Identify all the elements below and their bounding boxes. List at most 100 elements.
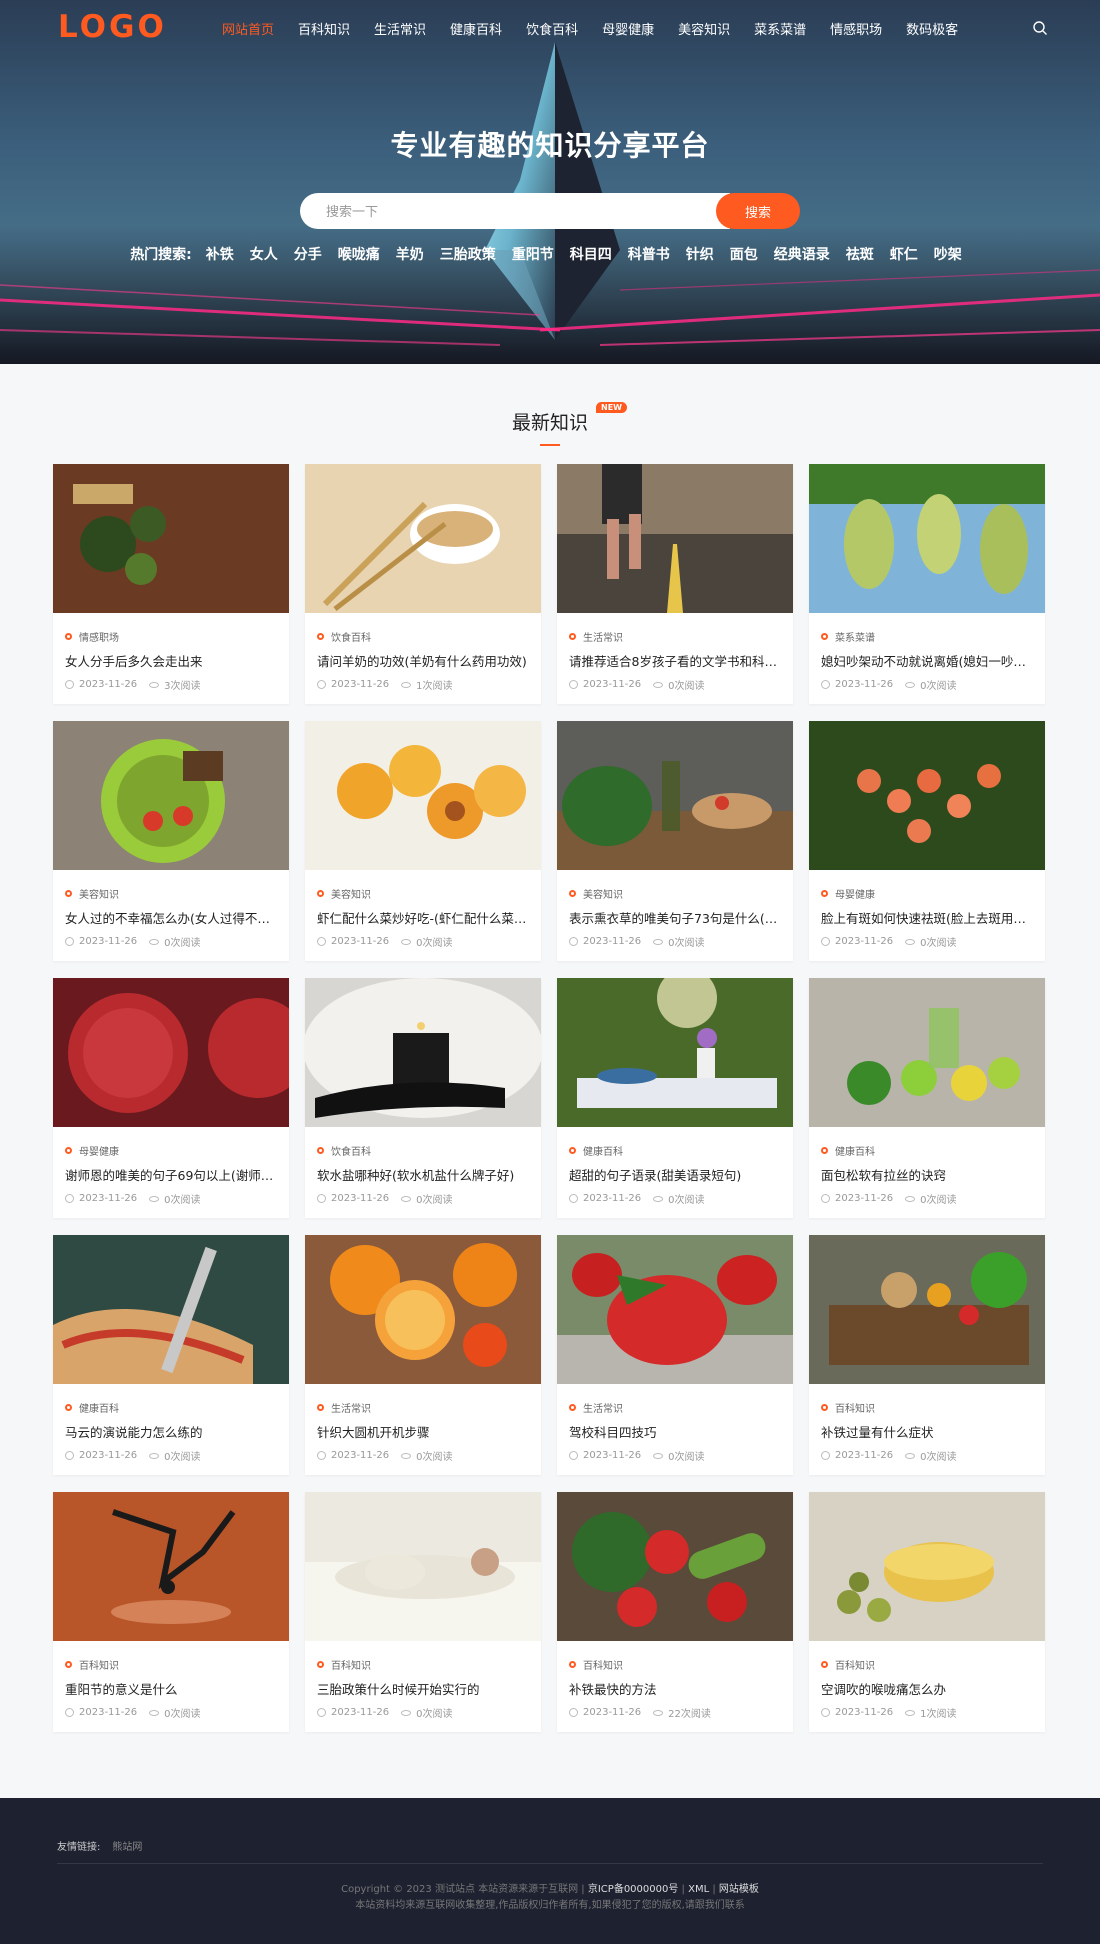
hot-search-item[interactable]: 女人 [250,244,278,264]
article-thumbnail[interactable] [557,1492,793,1641]
article-category[interactable]: 美容知识 [65,886,119,901]
article-title[interactable]: 表示熏衣草的唯美句子73句是什么(求薰衣草的句子) [569,908,781,927]
hot-search-item[interactable]: 羊奶 [396,244,424,264]
article-category[interactable]: 母婴健康 [821,886,875,901]
article-card[interactable]: 母婴健康脸上有斑如何快速祛斑(脸上去斑用什么最好) 2023-11-26 0次阅读 [809,721,1045,961]
article-title[interactable]: 超甜的句子语录(甜美语录短句) [569,1165,781,1184]
article-title[interactable]: 补铁最快的方法 [569,1679,781,1698]
article-category[interactable]: 母婴健康 [65,1143,119,1158]
hot-search-item[interactable]: 经典语录 [774,244,830,264]
hot-search-item[interactable]: 重阳节 [512,244,554,264]
article-title[interactable]: 请推荐适合8岁孩子看的文学书和科普书 [569,651,781,670]
article-thumbnail[interactable] [305,978,541,1127]
article-title[interactable]: 面包松软有拉丝的诀窍 [821,1165,1033,1184]
hot-search-item[interactable]: 针织 [686,244,714,264]
article-card[interactable]: 生活常识 驾校科目四技巧 2023-11-26 0次阅读 [557,1235,793,1475]
article-title[interactable]: 女人过的不幸福怎么办(女人过得不幸福的表现) [65,908,277,927]
article-title[interactable]: 软水盐哪种好(软水机盐什么牌子好) [317,1165,529,1184]
article-card[interactable]: 健康百科 马云的演说能力怎么练的 2023-11-26 0次阅读 [53,1235,289,1475]
article-thumbnail[interactable] [53,721,289,870]
article-category[interactable]: 菜系菜谱 [821,629,875,644]
article-card[interactable]: 美容知识表示熏衣草的唯美句子73句是什么(求薰衣草的句子) 2023-11-26 0… [557,721,793,961]
hot-search-item[interactable]: 吵架 [934,244,962,264]
article-card[interactable]: 健康百科 超甜的句子语录(甜美语录短句) 2023-11-26 0次阅读 [557,978,793,1218]
article-category[interactable]: 健康百科 [821,1143,875,1158]
friend-link[interactable]: 熊站网 [112,1842,142,1853]
article-title[interactable]: 脸上有斑如何快速祛斑(脸上去斑用什么最好) [821,908,1033,927]
article-category[interactable]: 饮食百科 [317,1143,371,1158]
template-link[interactable]: 网站模板 [719,1884,759,1895]
hot-search-item[interactable]: 虾仁 [890,244,918,264]
article-title[interactable]: 空调吹的喉咙痛怎么办 [821,1679,1033,1698]
article-thumbnail[interactable] [53,1235,289,1384]
article-title[interactable]: 重阳节的意义是什么 [65,1679,277,1698]
nav-item[interactable]: 健康百科 [450,19,502,38]
icp-link[interactable]: 京ICP备0000000号 [588,1884,679,1895]
article-title[interactable]: 针织大圆机开机步骤 [317,1422,529,1441]
nav-item[interactable]: 美容知识 [678,19,730,38]
article-card[interactable]: 菜系菜谱媳妇吵架动不动就说离婚(媳妇一吵架就提离婚) 2023-11-26 0次阅读 [809,464,1045,704]
article-title[interactable]: 媳妇吵架动不动就说离婚(媳妇一吵架就提离婚) [821,651,1033,670]
article-card[interactable]: 健康百科 面包松软有拉丝的诀窍 2023-11-26 0次阅读 [809,978,1045,1218]
article-category[interactable]: 百科知识 [821,1400,875,1415]
article-thumbnail[interactable] [305,721,541,870]
article-thumbnail[interactable] [305,464,541,613]
article-title[interactable]: 谢师恩的唯美的句子69句以上(谢师恩的句子) [65,1165,277,1184]
article-thumbnail[interactable] [53,464,289,613]
nav-item[interactable]: 饮食百科 [526,19,578,38]
article-card[interactable]: 生活常识 针织大圆机开机步骤 2023-11-26 0次阅读 [305,1235,541,1475]
article-category[interactable]: 百科知识 [569,1657,623,1672]
hot-search-item[interactable]: 分手 [294,244,322,264]
article-thumbnail[interactable] [809,721,1045,870]
article-card[interactable]: 百科知识 三胎政策什么时候开始实行的 2023-11-26 0次阅读 [305,1492,541,1732]
article-category[interactable]: 美容知识 [569,886,623,901]
nav-item[interactable]: 菜系菜谱 [754,19,806,38]
article-title[interactable]: 驾校科目四技巧 [569,1422,781,1441]
article-thumbnail[interactable] [809,464,1045,613]
article-thumbnail[interactable] [53,1492,289,1641]
article-card[interactable]: 母婴健康谢师恩的唯美的句子69句以上(谢师恩的句子) 2023-11-26 0次阅读 [53,978,289,1218]
article-category[interactable]: 健康百科 [569,1143,623,1158]
article-card[interactable]: 生活常识 请推荐适合8岁孩子看的文学书和科普书 2023-11-26 0次阅读 [557,464,793,704]
hot-search-item[interactable]: 科普书 [628,244,670,264]
article-card[interactable]: 美容知识女人过的不幸福怎么办(女人过得不幸福的表现) 2023-11-26 0次阅读 [53,721,289,961]
article-title[interactable]: 马云的演说能力怎么练的 [65,1422,277,1441]
article-card[interactable]: 百科知识 重阳节的意义是什么 2023-11-26 0次阅读 [53,1492,289,1732]
article-category[interactable]: 美容知识 [317,886,371,901]
article-title[interactable]: 女人分手后多久会走出来 [65,651,277,670]
hot-search-item[interactable]: 喉咙痛 [338,244,380,264]
article-category[interactable]: 生活常识 [569,1400,623,1415]
article-title[interactable]: 补铁过量有什么症状 [821,1422,1033,1441]
article-card[interactable]: 百科知识 补铁最快的方法 2023-11-26 22次阅读 [557,1492,793,1732]
article-title[interactable]: 请问羊奶的功效(羊奶有什么药用功效) [317,651,529,670]
xml-link[interactable]: XML [688,1884,709,1895]
nav-item[interactable]: 母婴健康 [602,19,654,38]
article-category[interactable]: 百科知识 [821,1657,875,1672]
article-thumbnail[interactable] [53,978,289,1127]
search-button[interactable]: 搜索 [716,193,800,229]
logo[interactable]: LOGO [58,9,167,45]
nav-item[interactable]: 情感职场 [830,19,882,38]
article-thumbnail[interactable] [557,721,793,870]
article-card[interactable]: 美容知识虾仁配什么菜炒好吃-(虾仁配什么菜炒好吃又简单) 2023-11-26 0次… [305,721,541,961]
article-card[interactable]: 情感职场 女人分手后多久会走出来 2023-11-26 3次阅读 [53,464,289,704]
article-card[interactable]: 饮食百科 请问羊奶的功效(羊奶有什么药用功效) 2023-11-26 1次阅读 [305,464,541,704]
hot-search-item[interactable]: 补铁 [206,244,234,264]
nav-item[interactable]: 生活常识 [374,19,426,38]
article-card[interactable]: 百科知识 补铁过量有什么症状 2023-11-26 0次阅读 [809,1235,1045,1475]
nav-item[interactable]: 百科知识 [298,19,350,38]
article-category[interactable]: 百科知识 [65,1657,119,1672]
nav-item[interactable]: 网站首页 [222,19,274,38]
nav-item[interactable]: 数码极客 [906,19,958,38]
article-category[interactable]: 饮食百科 [317,629,371,644]
search-icon[interactable] [1032,20,1048,36]
hot-search-item[interactable]: 三胎政策 [440,244,496,264]
hot-search-item[interactable]: 祛斑 [846,244,874,264]
search-input[interactable] [300,193,730,229]
article-category[interactable]: 健康百科 [65,1400,119,1415]
article-card[interactable]: 百科知识 空调吹的喉咙痛怎么办 2023-11-26 1次阅读 [809,1492,1045,1732]
article-card[interactable]: 饮食百科 软水盐哪种好(软水机盐什么牌子好) 2023-11-26 0次阅读 [305,978,541,1218]
article-thumbnail[interactable] [809,978,1045,1127]
article-thumbnail[interactable] [809,1492,1045,1641]
article-title[interactable]: 三胎政策什么时候开始实行的 [317,1679,529,1698]
